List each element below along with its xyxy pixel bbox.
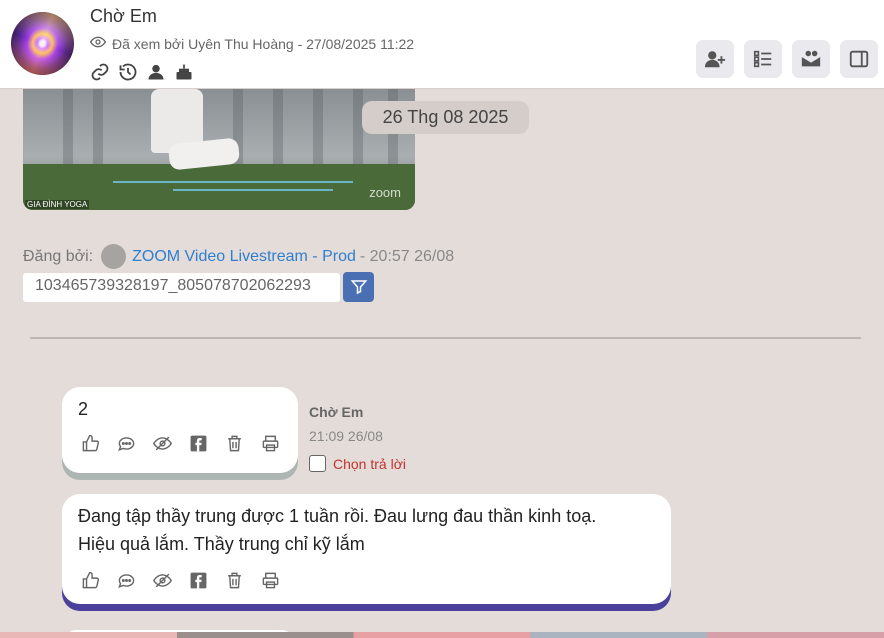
posted-time: - 20:57 26/08	[359, 247, 455, 265]
print-icon[interactable]	[260, 570, 280, 590]
posted-by-label: Đăng bởi:	[23, 247, 94, 265]
video-thumbnail[interactable]: zoom GIA ĐÌNH YOGA	[23, 89, 415, 210]
hide-icon[interactable]	[152, 570, 172, 590]
message-time: 21:09 26/08	[309, 428, 383, 444]
link-icon[interactable]	[89, 61, 111, 83]
hide-icon[interactable]	[152, 433, 172, 453]
source-avatar	[101, 244, 127, 269]
message-text: Đang tập thầy trung được 1 tuần rồi. Đau…	[78, 502, 596, 558]
comment-icon[interactable]	[116, 570, 136, 590]
zoom-watermark: zoom	[369, 185, 401, 200]
comment-icon[interactable]	[116, 433, 136, 453]
message-actions	[80, 570, 280, 590]
filter-icon	[350, 280, 367, 295]
delete-icon[interactable]	[224, 570, 244, 590]
date-chip: 26 Thg 08 2025	[362, 101, 529, 134]
avatar[interactable]	[11, 12, 74, 75]
posted-by: Đăng bởi: ZOOM Video Livestream - Prod -…	[23, 244, 454, 269]
divider	[30, 337, 861, 339]
chat-header: Chờ Em Đã xem bởi Uyên Thu Hoàng - 27/08…	[0, 0, 884, 89]
reply-select[interactable]: Chọn trả lời	[309, 455, 406, 472]
post-id-field[interactable]: 103465739328197_805078702062293	[23, 273, 340, 302]
message-meta: Chờ Em 21:09 26/08	[309, 404, 383, 444]
bottom-strip	[0, 632, 884, 638]
birthday-cake-icon[interactable]	[173, 61, 195, 83]
sidebar-toggle-icon	[849, 50, 869, 68]
reply-checkbox[interactable]	[309, 455, 326, 472]
eye-icon	[89, 34, 107, 53]
user-icon[interactable]	[145, 61, 167, 83]
add-user-icon	[704, 51, 726, 68]
mail-group-button[interactable]	[792, 40, 830, 78]
facebook-icon[interactable]	[188, 570, 208, 590]
delete-icon[interactable]	[224, 433, 244, 453]
message-text: 2	[78, 399, 89, 419]
seen-text: Đã xem bởi Uyên Thu Hoàng - 27/08/2025 1…	[112, 35, 415, 52]
message-bubble: Đang tập thầy trung được 1 tuần rồi. Đau…	[62, 494, 671, 604]
message-line: Đang tập thầy trung được 1 tuần rồi. Đau…	[78, 506, 597, 526]
message-line: Hiệu quả lắm. Thầy trung chỉ kỹ lắm	[78, 534, 365, 554]
filter-button[interactable]	[343, 272, 374, 302]
brand-label: GIA ĐÌNH YOGA	[25, 200, 90, 209]
message-actions	[80, 433, 280, 453]
source-link[interactable]: ZOOM Video Livestream - Prod	[132, 248, 356, 266]
facebook-icon[interactable]	[188, 433, 208, 453]
mail-group-icon	[801, 50, 821, 67]
message-author: Chờ Em	[309, 404, 364, 420]
list-button[interactable]	[744, 40, 782, 78]
sidebar-toggle-button[interactable]	[840, 40, 878, 78]
list-icon	[753, 50, 772, 68]
reply-label: Chọn trả lời	[333, 455, 406, 472]
chat-name: Chờ Em	[90, 6, 157, 26]
seen-status: Đã xem bởi Uyên Thu Hoàng - 27/08/2025 1…	[89, 34, 415, 53]
add-user-button[interactable]	[696, 40, 734, 78]
header-actions	[696, 40, 878, 78]
header-quick-icons	[89, 61, 195, 83]
print-icon[interactable]	[260, 433, 280, 453]
history-icon[interactable]	[117, 61, 139, 83]
like-icon[interactable]	[80, 433, 100, 453]
like-icon[interactable]	[80, 570, 100, 590]
message-bubble: 2	[62, 387, 298, 473]
